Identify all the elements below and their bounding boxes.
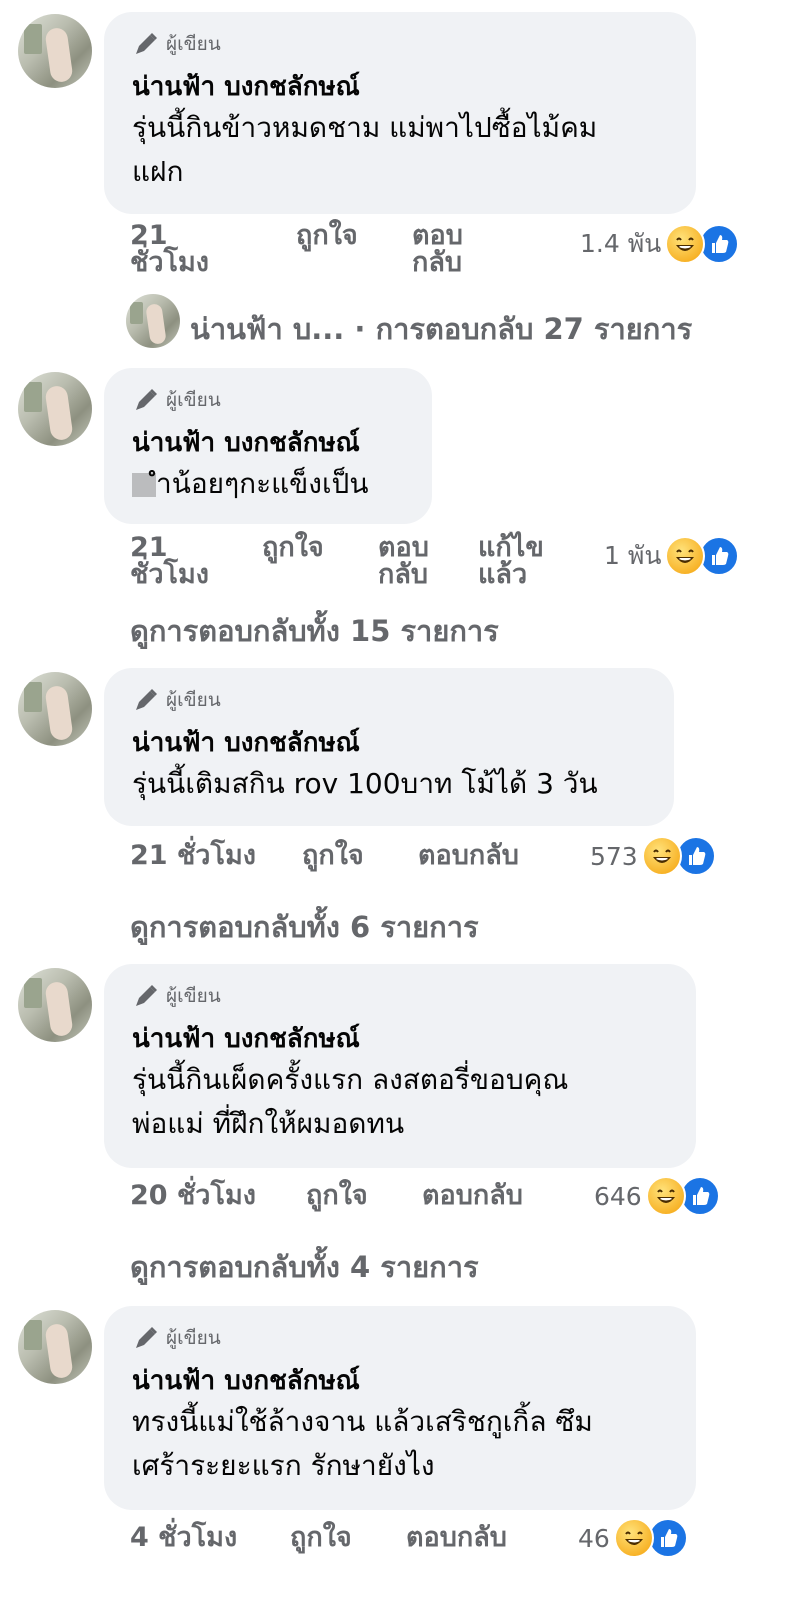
comment-bubble: ผู้เขียน น่านฟ้า บงกชลักษณ์ ำน้อยๆกะแข็ง… [104, 368, 432, 524]
comment-text-line: ทรงนี้แม่ใช้ล้างจาน แล้วเสริชกูเกิ้ล ซึม [132, 1405, 593, 1438]
comment-text: ำน้อยๆกะแข็งเป็น [132, 462, 404, 506]
comment-text: รุ่นนี้กินข้าวหมดชาม แม่พาไปซื้อไม้คม แฝ… [132, 106, 668, 194]
view-replies-link[interactable]: ดูการตอบกลับทั้ง 4 รายการ [130, 1244, 479, 1290]
like-icon [679, 1176, 720, 1216]
pen-icon [136, 689, 157, 710]
reply-button[interactable]: ตอบกลับ [378, 534, 448, 588]
author-badge-label: ผู้เขียน [166, 33, 221, 55]
reaction-summary[interactable]: 1 พัน [604, 536, 740, 576]
like-icon [647, 1518, 688, 1558]
pen-icon [136, 1327, 157, 1348]
author-badge: ผู้เขียน [132, 30, 668, 58]
like-icon [699, 224, 740, 264]
like-button[interactable]: ถูกใจ [296, 222, 358, 249]
timestamp-link[interactable]: 21 ชั่วโมง [130, 222, 230, 276]
reaction-count: 46 [578, 1523, 610, 1553]
reaction-count: 1.4 พัน [580, 229, 662, 258]
reply-button[interactable]: ตอบกลับ [412, 222, 482, 276]
timestamp-link[interactable]: 21 ชั่วโมง [130, 534, 230, 588]
haha-icon [613, 1518, 654, 1558]
like-button[interactable]: ถูกใจ [290, 1524, 352, 1551]
timestamp-link[interactable]: 4 ชั่วโมง [130, 1524, 237, 1551]
edited-label: แก้ไขแล้ว [478, 532, 544, 590]
pen-icon [136, 389, 157, 410]
comment-bubble: ผู้เขียน น่านฟ้า บงกชลักษณ์ ทรงนี้แม่ใช้… [104, 1306, 696, 1510]
author-badge-label: ผู้เขียน [166, 389, 221, 411]
comment-author[interactable]: น่านฟ้า บงกชลักษณ์ [132, 726, 646, 760]
comment-text-line: เศร้าระยะแรก รักษายังไง [132, 1449, 435, 1482]
reply-summary-text: การตอบกลับ 27 รายการ [375, 312, 693, 346]
comment-text-line: รุ่นนี้กินข้าวหมดชาม แม่พาไปซื้อไม้คม [132, 111, 598, 144]
comment-bubble: ผู้เขียน น่านฟ้า บงกชลักษณ์ รุ่นนี้เติมส… [104, 668, 674, 826]
reply-avatar[interactable] [126, 294, 180, 348]
haha-icon [641, 836, 682, 876]
view-replies-link[interactable]: ดูการตอบกลับทั้ง 15 รายการ [130, 608, 499, 654]
author-badge: ผู้เขียน [132, 386, 404, 414]
like-button[interactable]: ถูกใจ [302, 842, 364, 869]
haha-icon [645, 1176, 686, 1216]
comment-text: รุ่นนี้เติมสกิน rov 100บาท โม้ได้ 3 วัน [132, 762, 646, 806]
author-badge: ผู้เขียน [132, 1324, 668, 1352]
comment-text: ทรงนี้แม่ใช้ล้างจาน แล้วเสริชกูเกิ้ล ซึม… [132, 1400, 668, 1488]
pen-icon [136, 33, 157, 54]
comment-text-line: แฝก [132, 155, 184, 188]
reaction-count: 1 พัน [604, 541, 662, 570]
like-button[interactable]: ถูกใจ [262, 534, 324, 561]
timestamp-link[interactable]: 21 ชั่วโมง [130, 842, 256, 869]
avatar[interactable] [18, 14, 92, 88]
comment-text-line: รุ่นนี้กินเผ็ดครั้งแรก ลงสตอรี่ขอบคุณ [132, 1063, 569, 1096]
censor-block [132, 473, 156, 497]
author-badge: ผู้เขียน [132, 982, 668, 1010]
view-replies-link[interactable]: ดูการตอบกลับทั้ง 6 รายการ [130, 904, 479, 950]
comment-text-line: ำน้อยๆกะแข็งเป็น [156, 467, 369, 500]
reply-button[interactable]: ตอบกลับ [418, 842, 519, 869]
haha-icon [665, 224, 706, 264]
avatar[interactable] [18, 672, 92, 746]
reply-summary-separator: · [354, 312, 366, 346]
reply-button[interactable]: ตอบกลับ [406, 1524, 507, 1551]
comment-text-line: รุ่นนี้เติมสกิน rov 100บาท โม้ได้ 3 วัน [132, 767, 598, 800]
reply-summary-name: น่านฟ้า บ... [190, 312, 345, 346]
reaction-summary[interactable]: 646 [594, 1176, 720, 1216]
reply-button[interactable]: ตอบกลับ [422, 1182, 523, 1209]
comment-bubble: ผู้เขียน น่านฟ้า บงกชลักษณ์ รุ่นนี้กินข้… [104, 12, 696, 214]
comment-author[interactable]: น่านฟ้า บงกชลักษณ์ [132, 1364, 668, 1398]
author-badge-label: ผู้เขียน [166, 1327, 221, 1349]
pen-icon [136, 985, 157, 1006]
like-button[interactable]: ถูกใจ [306, 1182, 368, 1209]
like-icon [675, 836, 716, 876]
comment-author[interactable]: น่านฟ้า บงกชลักษณ์ [132, 426, 404, 460]
comment-author[interactable]: น่านฟ้า บงกชลักษณ์ [132, 1022, 668, 1056]
author-badge-label: ผู้เขียน [166, 985, 221, 1007]
author-badge: ผู้เขียน [132, 686, 646, 714]
reaction-summary[interactable]: 46 [578, 1518, 688, 1558]
comment-author[interactable]: น่านฟ้า บงกชลักษณ์ [132, 70, 668, 104]
avatar[interactable] [18, 968, 92, 1042]
avatar[interactable] [18, 1310, 92, 1384]
reaction-summary[interactable]: 573 [590, 836, 716, 876]
avatar[interactable] [18, 372, 92, 446]
haha-icon [665, 536, 706, 576]
reaction-count: 646 [594, 1181, 642, 1211]
comment-text-line: พ่อแม่ ที่ฝึกให้ผมอดทน [132, 1107, 405, 1140]
reply-summary-link[interactable]: น่านฟ้า บ... · การตอบกลับ 27 รายการ [190, 306, 692, 352]
reaction-count: 573 [590, 841, 638, 871]
timestamp-link[interactable]: 20 ชั่วโมง [130, 1182, 256, 1209]
reaction-summary[interactable]: 1.4 พัน [580, 224, 740, 264]
author-badge-label: ผู้เขียน [166, 689, 221, 711]
like-icon [699, 536, 740, 576]
comment-bubble: ผู้เขียน น่านฟ้า บงกชลักษณ์ รุ่นนี้กินเผ… [104, 964, 696, 1168]
comment-text: รุ่นนี้กินเผ็ดครั้งแรก ลงสตอรี่ขอบคุณ พ่… [132, 1058, 668, 1146]
